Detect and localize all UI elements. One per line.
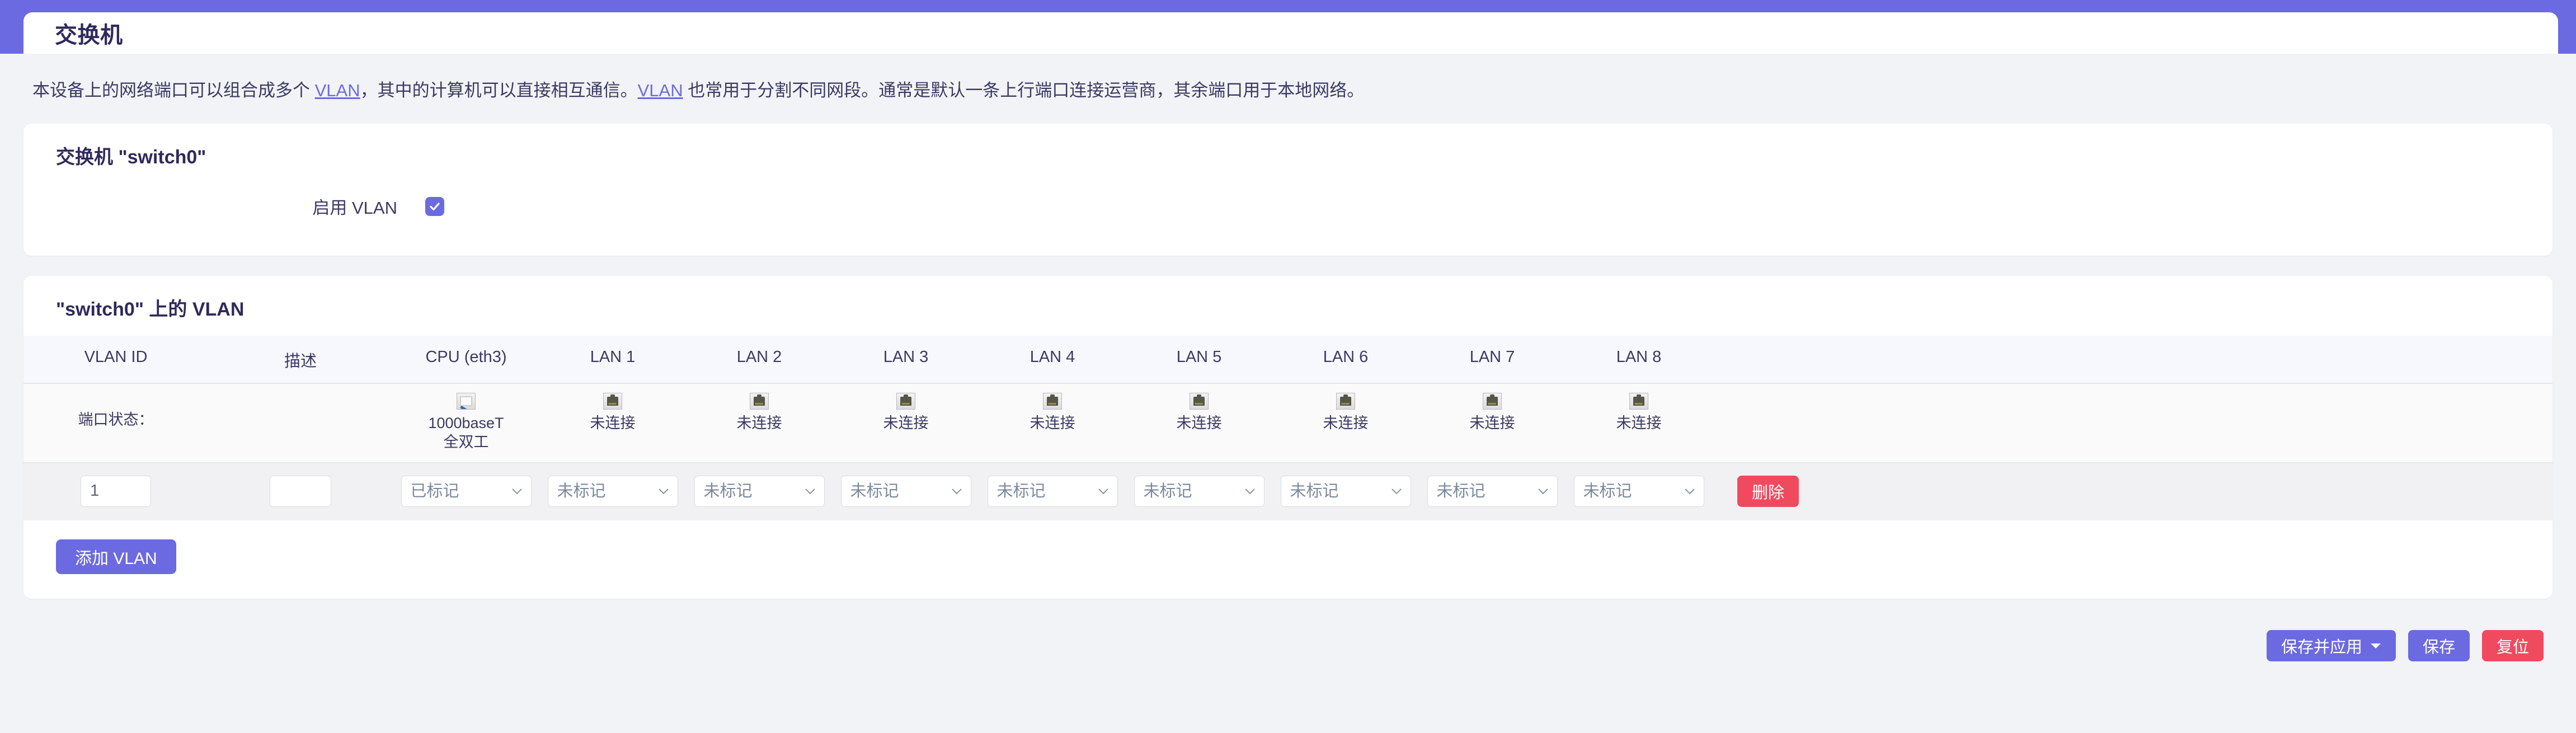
enable-vlan-label: 启用 VLAN	[312, 198, 397, 218]
switch-panel: 交换机 "switch0" 启用 VLAN	[23, 124, 2553, 256]
vlan-id-cell	[23, 463, 208, 520]
column-header-actions	[1712, 336, 1824, 383]
vlan-port-cpu-cell: 已标记	[393, 463, 539, 520]
rj45-empty-icon	[1043, 393, 1062, 410]
vlan-table-header-row: VLAN ID 描述 CPU (eth3) LAN 1 LAN 2 LAN 3 …	[23, 336, 2553, 384]
rj45-empty-icon	[1483, 393, 1502, 410]
port-status-cpu: 1000baseT 全双工	[393, 384, 539, 462]
vlan-port-lan5-cell: 未标记	[1126, 463, 1272, 520]
vlan-port-lan8-cell: 未标记	[1566, 463, 1712, 520]
rj45-empty-icon	[1629, 393, 1648, 410]
port-status-lan1: 未连接	[539, 384, 686, 462]
port-status-lan1-label: 未连接	[590, 415, 636, 432]
port-status-lan3: 未连接	[833, 384, 979, 462]
vlan-description-input[interactable]	[270, 475, 331, 507]
save-and-apply-button[interactable]: 保存并应用	[2266, 629, 2396, 661]
vlan-row-actions-cell: 删除	[1712, 463, 1824, 520]
column-header-lan4: LAN 4	[1030, 348, 1075, 366]
switch-panel-body: 启用 VLAN	[23, 184, 2553, 256]
column-header-lan8: LAN 8	[1616, 348, 1662, 366]
switch-panel-title: 交换机 "switch0"	[56, 147, 206, 168]
rj45-empty-icon	[750, 393, 769, 410]
vlan-port-cpu-select[interactable]: 已标记	[401, 475, 532, 507]
intro-text-2: ，其中的计算机可以直接相互通信。	[360, 81, 638, 100]
vlan-port-lan1-cell: 未标记	[539, 463, 686, 520]
check-icon	[430, 203, 440, 210]
vlan-port-lan2-cell: 未标记	[686, 463, 833, 520]
page-body: 本设备上的网络端口可以组合成多个 VLAN，其中的计算机可以直接相互通信。VLA…	[0, 54, 2576, 677]
port-status-lan5-label: 未连接	[1176, 415, 1222, 432]
save-and-apply-label: 保存并应用	[2281, 638, 2362, 656]
column-header-lan1: LAN 1	[590, 348, 636, 366]
rj45-plugged-icon	[457, 393, 476, 410]
rj45-empty-icon	[1190, 393, 1209, 410]
column-header-lan6: LAN 6	[1323, 348, 1369, 366]
port-status-actions	[1712, 384, 1824, 462]
port-status-lan7-label: 未连接	[1469, 415, 1515, 432]
page-header-card: 交换机	[23, 12, 2558, 54]
vlan-link-2[interactable]: VLAN	[638, 81, 683, 100]
vlan-port-lan6-cell: 未标记	[1272, 463, 1419, 520]
column-header-description: 描述	[284, 353, 317, 371]
vlan-port-lan2-select[interactable]: 未标记	[694, 475, 825, 507]
intro-text-1: 本设备上的网络端口可以组合成多个	[32, 81, 315, 100]
port-status-lan8-label: 未连接	[1616, 415, 1662, 432]
vlan-panel-title: "switch0" 上的 VLAN	[56, 299, 245, 321]
vlan-table-row: 已标记 未标记 未标记	[23, 463, 2553, 520]
footer-actions: 保存并应用 保存 复位	[0, 619, 2576, 677]
vlan-table: VLAN ID 描述 CPU (eth3) LAN 1 LAN 2 LAN 3 …	[23, 336, 2553, 520]
vlan-port-lan1-select[interactable]: 未标记	[547, 475, 678, 507]
column-header-lan7: LAN 7	[1469, 348, 1515, 366]
vlan-port-lan5-select[interactable]: 未标记	[1134, 475, 1265, 507]
rj45-empty-icon	[603, 393, 622, 410]
enable-vlan-checkbox[interactable]	[425, 196, 444, 216]
chevron-down-icon	[2370, 643, 2381, 649]
add-vlan-button[interactable]: 添加 VLAN	[56, 539, 176, 574]
add-vlan-wrap: 添加 VLAN	[23, 520, 2553, 599]
vlan-port-lan7-cell: 未标记	[1419, 463, 1566, 520]
port-status-lan5: 未连接	[1126, 384, 1272, 462]
save-button[interactable]: 保存	[2408, 629, 2470, 661]
vlan-port-lan8-select[interactable]: 未标记	[1573, 475, 1704, 507]
port-status-lan7: 未连接	[1419, 384, 1566, 462]
port-status-lan4: 未连接	[979, 384, 1126, 462]
vlan-link-1[interactable]: VLAN	[315, 81, 360, 100]
vlan-port-lan4-select[interactable]: 未标记	[987, 475, 1118, 507]
port-status-row: 端口状态： 1000baseT 全双工 未连接 未连接 未连接 未连接 未连接 …	[23, 384, 2553, 463]
page-title: 交换机	[55, 23, 123, 48]
port-status-lan2: 未连接	[686, 384, 833, 462]
vlan-id-input[interactable]	[81, 475, 151, 507]
port-status-spacer	[208, 384, 393, 462]
column-header-cpu: CPU (eth3)	[425, 348, 507, 366]
port-status-lan6-label: 未连接	[1323, 415, 1369, 432]
port-status-cpu-line2: 全双工	[443, 434, 489, 451]
rj45-empty-icon	[1336, 393, 1355, 410]
column-header-lan2: LAN 2	[736, 348, 782, 366]
port-status-label: 端口状态：	[78, 411, 154, 429]
vlan-panel: "switch0" 上的 VLAN VLAN ID 描述 CPU (eth3) …	[23, 276, 2553, 599]
column-header-lan3: LAN 3	[883, 348, 929, 366]
column-header-vlan-id: VLAN ID	[84, 348, 148, 366]
rj45-empty-icon	[896, 393, 915, 410]
column-header-lan5: LAN 5	[1176, 348, 1222, 366]
port-status-lan8: 未连接	[1566, 384, 1712, 462]
vlan-port-lan3-cell: 未标记	[833, 463, 979, 520]
port-status-lan3-label: 未连接	[883, 415, 929, 432]
reset-button[interactable]: 复位	[2481, 629, 2544, 661]
vlan-port-lan7-select[interactable]: 未标记	[1427, 475, 1558, 507]
port-status-lan2-label: 未连接	[736, 415, 782, 432]
port-status-cpu-line1: 1000baseT	[428, 415, 504, 432]
vlan-port-lan3-select[interactable]: 未标记	[840, 475, 971, 507]
port-status-lan6: 未连接	[1272, 384, 1419, 462]
vlan-description-cell	[208, 463, 393, 520]
intro-text-3: 也常用于分割不同网段。通常是默认一条上行端口连接运营商，其余端口用于本地网络。	[683, 81, 1365, 100]
delete-vlan-button[interactable]: 删除	[1737, 475, 1799, 507]
enable-vlan-row: 启用 VLAN	[56, 184, 2520, 231]
port-status-lan4-label: 未连接	[1030, 415, 1075, 432]
vlan-port-lan6-select[interactable]: 未标记	[1280, 475, 1411, 507]
intro-description: 本设备上的网络端口可以组合成多个 VLAN，其中的计算机可以直接相互通信。VLA…	[0, 54, 2576, 124]
vlan-port-lan4-cell: 未标记	[979, 463, 1126, 520]
